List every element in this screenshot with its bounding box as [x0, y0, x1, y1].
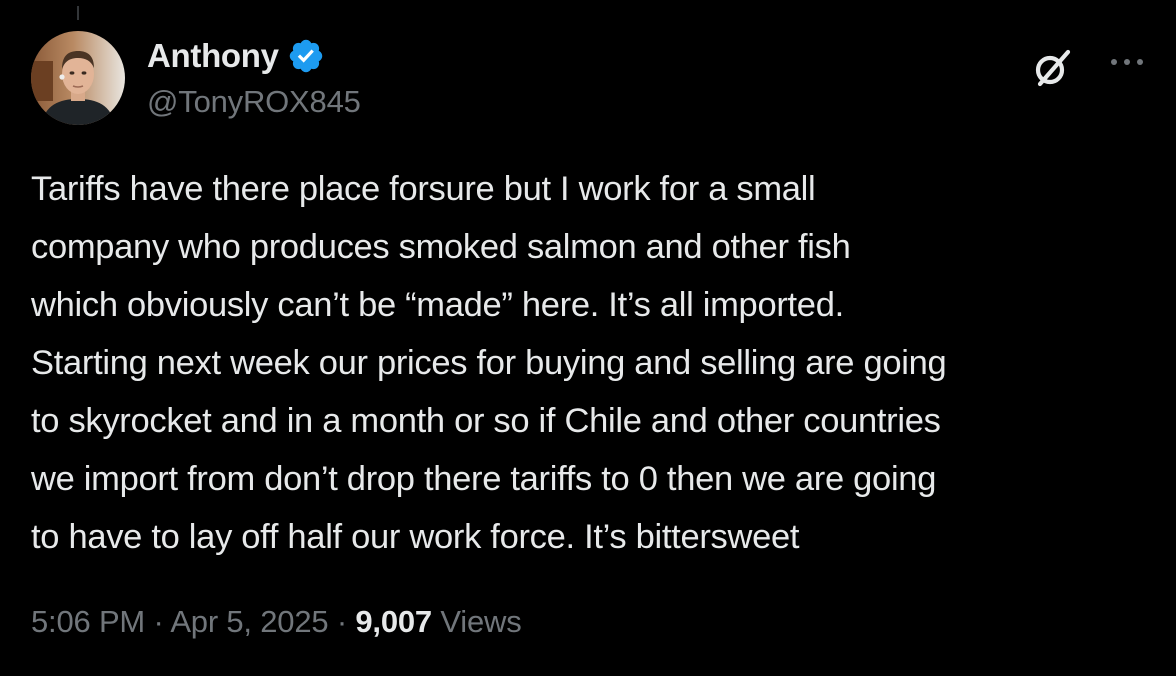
post-date[interactable]: Apr 5, 2025 [170, 604, 328, 639]
post-text: Tariffs have there place forsure but I w… [31, 170, 947, 556]
avatar-image [31, 31, 125, 125]
views-label: Views [440, 604, 522, 639]
meta-separator: · [153, 604, 164, 639]
author-handle[interactable]: @TonyROX845 [147, 84, 361, 120]
thread-connector-line [77, 6, 79, 20]
post-time[interactable]: 5:06 PM [31, 604, 145, 639]
verified-badge-icon [287, 37, 325, 75]
avatar[interactable] [31, 31, 125, 125]
author-display-name[interactable]: Anthony [147, 37, 279, 75]
author-name-row: Anthony [147, 36, 325, 76]
meta-separator: · [336, 604, 347, 639]
views-count: 9,007 [355, 604, 432, 639]
grok-icon[interactable] [1028, 44, 1076, 92]
post-metadata: 5:06 PM · Apr 5, 2025 · 9,007 Views [31, 604, 522, 640]
more-options-icon[interactable] [1107, 50, 1147, 74]
